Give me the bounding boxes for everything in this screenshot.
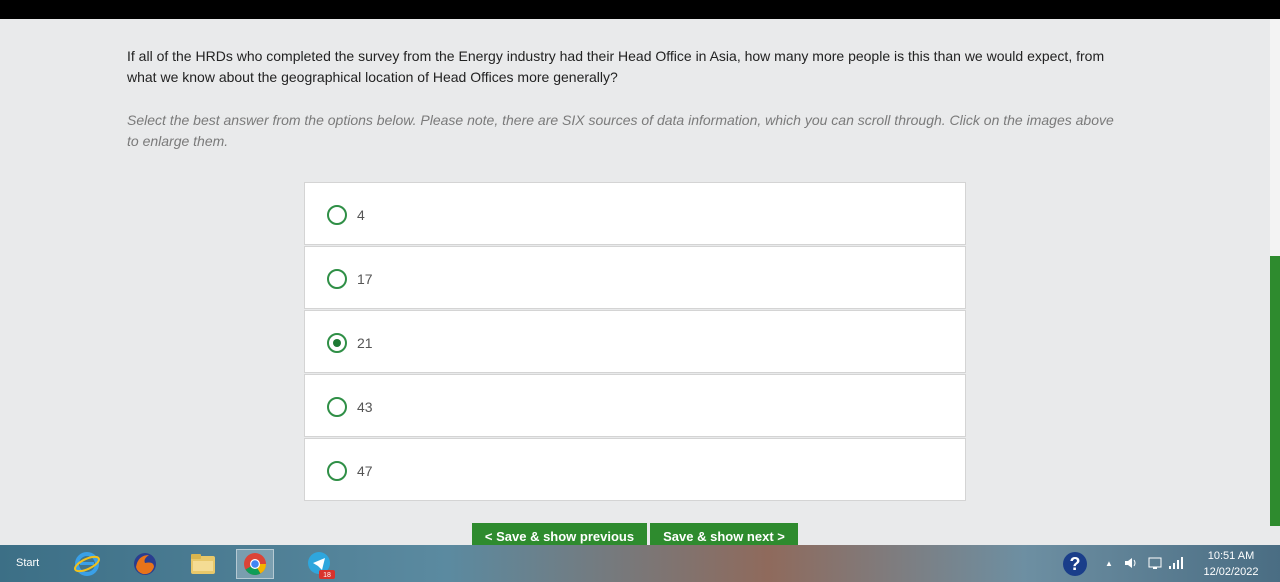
telegram-badge: 18 bbox=[323, 572, 331, 579]
instructions-text: Select the best answer from the options … bbox=[127, 112, 1114, 149]
question-text: If all of the HRDs who completed the sur… bbox=[127, 48, 1105, 85]
volume-icon[interactable] bbox=[1124, 556, 1138, 573]
answer-options: 4 17 21 43 47 bbox=[304, 182, 966, 502]
answer-option-label: 21 bbox=[357, 335, 373, 351]
radio-button[interactable] bbox=[327, 269, 347, 289]
scrollbar-track[interactable] bbox=[1270, 19, 1280, 256]
radio-button[interactable] bbox=[327, 461, 347, 481]
clock-date[interactable]: 12/02/2022 bbox=[1196, 566, 1266, 578]
answer-option[interactable]: 4 bbox=[304, 182, 966, 245]
show-hidden-icons-icon[interactable]: ▲ bbox=[1105, 559, 1113, 568]
radio-button[interactable] bbox=[327, 333, 347, 353]
taskbar: Start 18 ? ▲ 10:51 AM 12/02/2022 bbox=[0, 545, 1280, 582]
file-explorer-icon[interactable] bbox=[184, 549, 222, 579]
answer-option[interactable]: 21 bbox=[304, 310, 966, 373]
answer-option[interactable]: 43 bbox=[304, 374, 966, 437]
network-icon[interactable] bbox=[1148, 556, 1162, 573]
top-black-bar bbox=[0, 0, 1280, 19]
radio-button[interactable] bbox=[327, 397, 347, 417]
answer-option-label: 17 bbox=[357, 271, 373, 287]
answer-option[interactable]: 47 bbox=[304, 438, 966, 501]
clock-time[interactable]: 10:51 AM bbox=[1196, 550, 1266, 562]
answer-option-label: 47 bbox=[357, 463, 373, 479]
start-button[interactable]: Start bbox=[16, 557, 39, 569]
answer-option-label: 43 bbox=[357, 399, 373, 415]
answer-option-label: 4 bbox=[357, 207, 365, 223]
answer-option[interactable]: 17 bbox=[304, 246, 966, 309]
telegram-icon[interactable]: 18 bbox=[300, 549, 338, 579]
firefox-icon[interactable] bbox=[126, 549, 164, 579]
help-icon[interactable]: ? bbox=[1063, 552, 1087, 576]
scrollbar-thumb[interactable] bbox=[1270, 256, 1280, 526]
radio-button[interactable] bbox=[327, 205, 347, 225]
chrome-icon[interactable] bbox=[236, 549, 274, 579]
signal-icon[interactable] bbox=[1168, 556, 1184, 573]
internet-explorer-icon[interactable] bbox=[68, 549, 106, 579]
